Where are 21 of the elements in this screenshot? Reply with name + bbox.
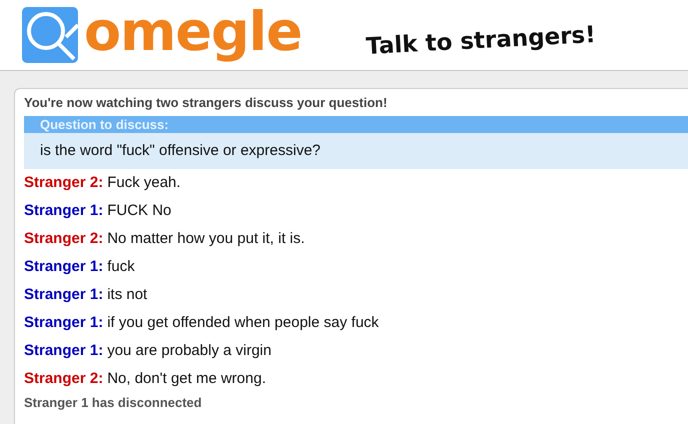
status-message: You're now watching two strangers discuss your question! [24, 95, 388, 110]
question-text: is the word "fuck" offensive or expressive? [39, 141, 322, 161]
chat-message: its not [107, 286, 148, 303]
chat-message: fuck [107, 258, 135, 275]
chat-message: No matter how you put it, it is. [107, 230, 305, 247]
chat-message: you are probably a virgin [107, 342, 272, 359]
stranger-label: Stranger 2: [24, 230, 104, 247]
stranger-label: Stranger 1: [24, 286, 104, 303]
stranger-label: Stranger 1: [24, 342, 104, 359]
stranger-label: Stranger 1: [24, 202, 104, 219]
chat-message: No, don't get me wrong. [107, 370, 266, 387]
stranger-label: Stranger 1: [24, 258, 104, 275]
question-heading: Question to discuss: [24, 116, 688, 133]
chat-message: Fuck yeah. [107, 174, 181, 191]
tagline: Talk to strangers! [365, 22, 596, 60]
chat-message: FUCK No [107, 202, 172, 219]
stranger-label: Stranger 2: [24, 174, 104, 191]
disconnect-notice: Stranger 1 has disconnected [24, 394, 203, 412]
stranger-label: Stranger 1: [24, 314, 104, 331]
chat-message: if you get offended when people say fuck [107, 314, 379, 331]
stranger-label: Stranger 2: [24, 370, 104, 387]
